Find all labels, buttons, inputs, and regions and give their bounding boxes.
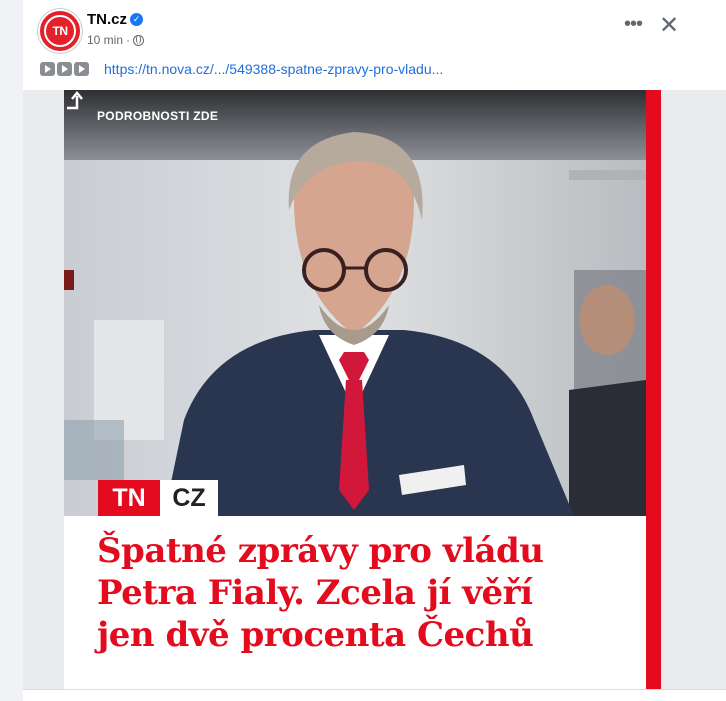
article-link[interactable]: https://tn.nova.cz/.../549388-spatne-zpr…	[104, 61, 443, 77]
avatar-logo: TN	[44, 15, 76, 47]
play-icon	[40, 62, 55, 76]
up-right-arrow-icon	[67, 91, 83, 110]
headline-line: Petra Fialy. Zcela jí věří	[97, 573, 533, 613]
tn-logo: TN	[98, 480, 160, 516]
headline-panel: Špatné zprávy pro vládu Petra Fialy. Zce…	[64, 516, 646, 689]
page-avatar[interactable]: TN	[38, 9, 82, 53]
headline: Špatné zprávy pro vládu Petra Fialy. Zce…	[97, 530, 627, 656]
post-timestamp[interactable]: 10 min	[87, 33, 123, 47]
close-icon[interactable]: ✕	[657, 14, 681, 38]
brand-red-bar	[646, 90, 661, 689]
cz-logo: CZ	[160, 480, 218, 516]
play-icon	[57, 62, 72, 76]
headline-line: jen dvě procenta Čechů	[97, 615, 534, 655]
play-icons	[40, 62, 89, 76]
post-card: TN TN.cz ✓ 10 min · ••• ✕ https://tn.nov…	[23, 0, 726, 701]
more-options-icon[interactable]: •••	[621, 14, 645, 38]
globe-icon	[133, 34, 145, 46]
details-overlay-text: PODROBNOSTI ZDE	[97, 109, 219, 123]
page-name-link[interactable]: TN.cz	[87, 11, 127, 28]
post-image[interactable]: PODROBNOSTI ZDE TN CZ Špatné zprávy pro …	[64, 90, 646, 689]
post-meta: 10 min ·	[87, 33, 145, 47]
verified-badge-icon: ✓	[130, 13, 143, 26]
meta-separator: ·	[126, 33, 131, 47]
headline-line: Špatné zprávy pro vládu	[97, 531, 544, 571]
play-icon	[74, 62, 89, 76]
post-footer-divider	[23, 689, 726, 701]
